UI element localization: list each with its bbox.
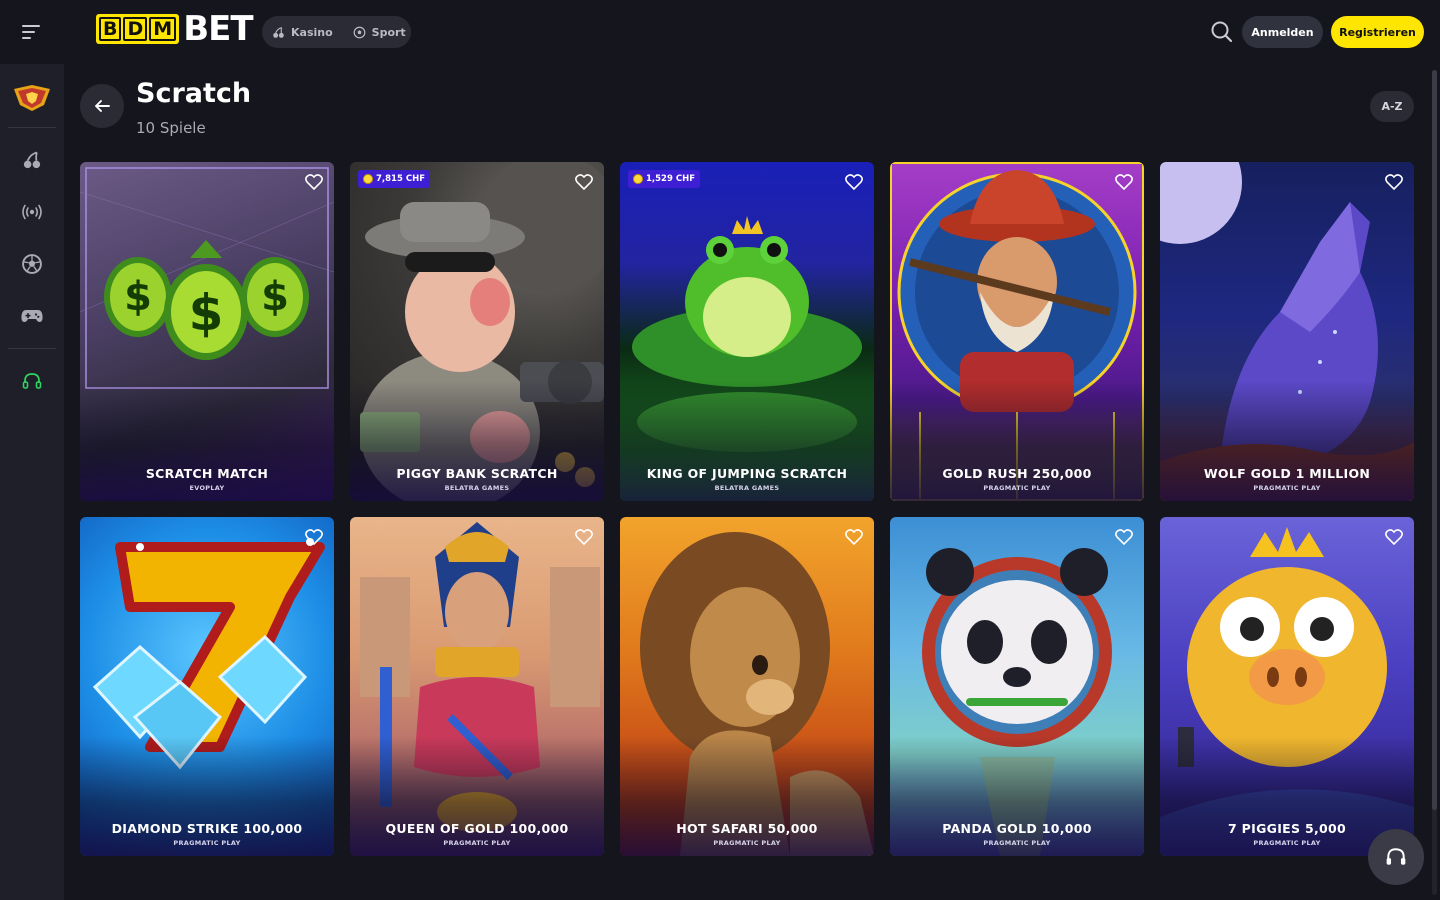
game-provider: BELATRA GAMES — [444, 484, 510, 492]
logo-bdm-badge: B D M — [96, 14, 180, 44]
jackpot-amount: 7,815 CHF — [376, 174, 426, 184]
game-title: PANDA GOLD 10,000 — [942, 821, 1092, 836]
sidebar-divider — [8, 348, 56, 349]
heart-icon[interactable] — [574, 527, 594, 547]
card-gradient — [80, 381, 334, 501]
game-title: QUEEN OF GOLD 100,000 — [385, 821, 569, 836]
live-broadcast-icon — [22, 204, 42, 220]
main-nav: Kasino Sport — [262, 16, 411, 48]
card-gradient — [80, 736, 334, 856]
jackpot-badge: 7,815 CHF — [358, 170, 431, 188]
promo-badge-icon[interactable] — [12, 78, 52, 118]
heart-icon[interactable] — [1384, 172, 1404, 192]
jackpot-badge: 1,529 CHF — [628, 170, 701, 188]
sidebar-item-casino[interactable] — [12, 140, 52, 180]
logo-letter: M — [149, 17, 177, 41]
card-gradient — [1160, 381, 1414, 501]
game-title: DIAMOND STRIKE 100,000 — [111, 821, 303, 836]
heart-icon[interactable] — [1114, 527, 1134, 547]
game-card-queen-of-gold[interactable]: QUEEN OF GOLD 100,000 PRAGMATIC PLAY — [350, 517, 604, 856]
card-gradient — [890, 736, 1144, 856]
nav-sport[interactable]: Sport — [353, 26, 406, 39]
coin-icon — [633, 174, 643, 184]
headset-icon — [22, 373, 42, 389]
game-card-diamond-strike[interactable]: DIAMOND STRIKE 100,000 PRAGMATIC PLAY — [80, 517, 334, 856]
game-provider: PRAGMATIC PLAY — [713, 839, 781, 847]
heart-icon[interactable] — [844, 172, 864, 192]
heart-icon[interactable] — [1114, 172, 1134, 192]
heart-icon[interactable] — [304, 172, 324, 192]
game-card-piggy-bank-scratch[interactable]: 7,815 CHF PIGGY BANK SCRATCH BELATRA GAM… — [350, 162, 604, 501]
scrollbar-thumb[interactable] — [1432, 70, 1437, 810]
card-gradient — [350, 736, 604, 856]
card-gradient — [890, 381, 1144, 501]
heart-icon[interactable] — [304, 527, 324, 547]
card-gradient — [620, 736, 874, 856]
sidebar-divider — [8, 127, 56, 128]
soccer-ball-icon — [22, 254, 42, 274]
cherry-icon — [23, 151, 41, 169]
arrow-left-icon — [95, 100, 110, 112]
logo-letter: D — [123, 17, 148, 41]
cherry-icon — [273, 26, 284, 38]
sidebar-item-support[interactable] — [12, 361, 52, 401]
game-provider: EVOPLAY — [189, 484, 225, 492]
game-title: GOLD RUSH 250,000 — [942, 466, 1092, 481]
heart-icon[interactable] — [574, 172, 594, 192]
sidebar-item-live[interactable] — [12, 192, 52, 232]
coin-icon — [363, 174, 373, 184]
heart-icon[interactable] — [844, 527, 864, 547]
sort-az-button[interactable]: A-Z — [1370, 91, 1414, 122]
game-card-7-piggies[interactable]: 7 PIGGIES 5,000 PRAGMATIC PLAY — [1160, 517, 1414, 856]
menu-toggle-icon[interactable] — [14, 16, 50, 48]
game-title: 7 PIGGIES 5,000 — [1228, 821, 1346, 836]
game-card-scratch-match[interactable]: $ $ $ SCRATCH MATCH EVOPLAY — [80, 162, 334, 501]
game-card-wolf-gold[interactable]: WOLF GOLD 1 MILLION PRAGMATIC PLAY — [1160, 162, 1414, 501]
game-provider: PRAGMATIC PLAY — [983, 839, 1051, 847]
game-title: KING OF JUMPING SCRATCH — [646, 466, 848, 481]
game-provider: PRAGMATIC PLAY — [443, 839, 511, 847]
game-card-gold-rush[interactable]: GOLD RUSH 250,000 PRAGMATIC PLAY — [890, 162, 1144, 501]
svg-text:$: $ — [261, 274, 289, 320]
sidebar-item-sport[interactable] — [12, 244, 52, 284]
game-title: WOLF GOLD 1 MILLION — [1203, 466, 1371, 481]
game-title: HOT SAFARI 50,000 — [676, 821, 818, 836]
left-sidebar — [0, 64, 64, 900]
game-card-hot-safari[interactable]: HOT SAFARI 50,000 PRAGMATIC PLAY — [620, 517, 874, 856]
search-icon[interactable] — [1208, 18, 1236, 46]
logo-letter: B — [99, 17, 122, 41]
game-title: SCRATCH MATCH — [145, 466, 269, 481]
back-button[interactable] — [80, 84, 124, 128]
game-provider: BELATRA GAMES — [714, 484, 780, 492]
page-title: Scratch — [136, 78, 252, 109]
nav-kasino-label: Kasino — [291, 25, 333, 39]
game-card-king-of-jumping-scratch[interactable]: 1,529 CHF KING OF JUMPING SCRATCH BELATR… — [620, 162, 874, 501]
gamepad-icon — [21, 310, 43, 322]
svg-text:$: $ — [189, 284, 224, 342]
game-card-panda-gold[interactable]: PANDA GOLD 10,000 PRAGMATIC PLAY — [890, 517, 1144, 856]
soccer-ball-icon — [353, 26, 366, 38]
site-logo[interactable]: B D M BET — [96, 9, 254, 49]
login-button[interactable]: Anmelden — [1242, 16, 1323, 48]
card-gradient — [350, 381, 604, 501]
nav-sport-label: Sport — [371, 25, 406, 39]
game-provider: PRAGMATIC PLAY — [1253, 484, 1321, 492]
heart-icon[interactable] — [1384, 527, 1404, 547]
game-provider: PRAGMATIC PLAY — [983, 484, 1051, 492]
register-button[interactable]: Registrieren — [1331, 16, 1424, 48]
sidebar-item-games[interactable] — [12, 296, 52, 336]
headset-icon — [1386, 848, 1406, 865]
svg-text:$: $ — [124, 274, 152, 320]
support-chat-button[interactable] — [1368, 829, 1424, 885]
games-count: 10 Spiele — [136, 119, 206, 137]
logo-bet-text: BET — [183, 9, 253, 49]
game-title: PIGGY BANK SCRATCH — [396, 466, 558, 481]
top-header: B D M BET Kasino Sport Anmelden Registri… — [0, 0, 1440, 64]
jackpot-amount: 1,529 CHF — [646, 174, 696, 184]
card-gradient — [620, 381, 874, 501]
game-provider: PRAGMATIC PLAY — [173, 839, 241, 847]
nav-kasino[interactable]: Kasino — [272, 26, 333, 39]
